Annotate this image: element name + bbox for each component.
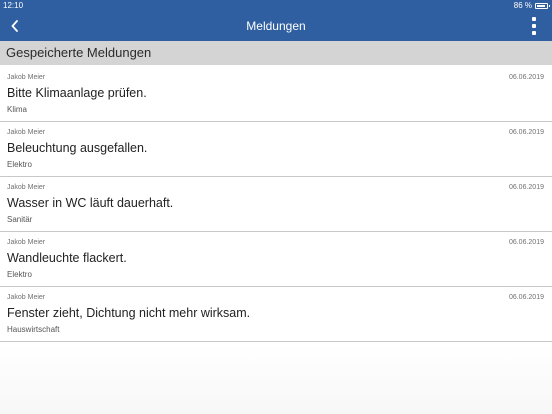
saved-reports-list: Jakob Meier 06.06.2019 Bitte Klimaanlage… <box>0 67 552 342</box>
item-category: Klima <box>7 105 28 114</box>
item-date: 06.06.2019 <box>508 294 544 301</box>
list-item[interactable]: Jakob Meier 06.06.2019 Wandleuchte flack… <box>0 232 552 287</box>
item-title: Fenster zieht, Dichtung nicht mehr wirks… <box>7 306 251 320</box>
item-date: 06.06.2019 <box>508 239 544 246</box>
item-title: Beleuchtung ausgefallen. <box>7 141 148 155</box>
chevron-left-icon <box>11 20 18 32</box>
battery-icon <box>535 2 550 9</box>
more-options-button[interactable] <box>530 17 538 35</box>
list-item[interactable]: Jakob Meier 06.06.2019 Wasser in WC läuf… <box>0 177 552 232</box>
item-date: 06.06.2019 <box>508 74 544 81</box>
section-header: Gespeicherte Meldungen <box>0 41 552 65</box>
status-bar: 12:10 86 % <box>0 0 552 11</box>
status-time: 12:10 <box>3 1 24 10</box>
vertical-dots-icon <box>532 31 536 35</box>
empty-area <box>0 344 552 414</box>
item-title: Bitte Klimaanlage prüfen. <box>7 86 147 100</box>
item-title: Wasser in WC läuft dauerhaft. <box>7 196 174 210</box>
item-date: 06.06.2019 <box>508 184 544 191</box>
item-category: Hauswirtschaft <box>7 325 60 334</box>
item-author: Jakob Meier <box>7 184 46 191</box>
battery-fill <box>537 4 545 7</box>
app-screen: 12:10 86 % Meldungen Gespeicherte Meldun… <box>0 0 552 414</box>
item-category: Elektro <box>7 270 32 279</box>
item-author: Jakob Meier <box>7 294 46 301</box>
list-item[interactable]: Jakob Meier 06.06.2019 Beleuchtung ausge… <box>0 122 552 177</box>
list-item[interactable]: Jakob Meier 06.06.2019 Fenster zieht, Di… <box>0 287 552 342</box>
battery-percentage: 86 % <box>513 1 532 10</box>
back-button[interactable] <box>4 15 26 37</box>
item-date: 06.06.2019 <box>508 129 544 136</box>
item-category: Elektro <box>7 160 32 169</box>
vertical-dots-icon <box>532 24 536 28</box>
page-title: Meldungen <box>246 19 306 33</box>
item-author: Jakob Meier <box>7 239 46 246</box>
item-author: Jakob Meier <box>7 129 46 136</box>
vertical-dots-icon <box>532 17 536 21</box>
item-title: Wandleuchte flackert. <box>7 251 127 265</box>
item-author: Jakob Meier <box>7 74 46 81</box>
navigation-bar: Meldungen <box>0 11 552 41</box>
list-item[interactable]: Jakob Meier 06.06.2019 Bitte Klimaanlage… <box>0 67 552 122</box>
status-right: 86 % <box>513 0 550 11</box>
item-category: Sanitär <box>7 215 33 224</box>
